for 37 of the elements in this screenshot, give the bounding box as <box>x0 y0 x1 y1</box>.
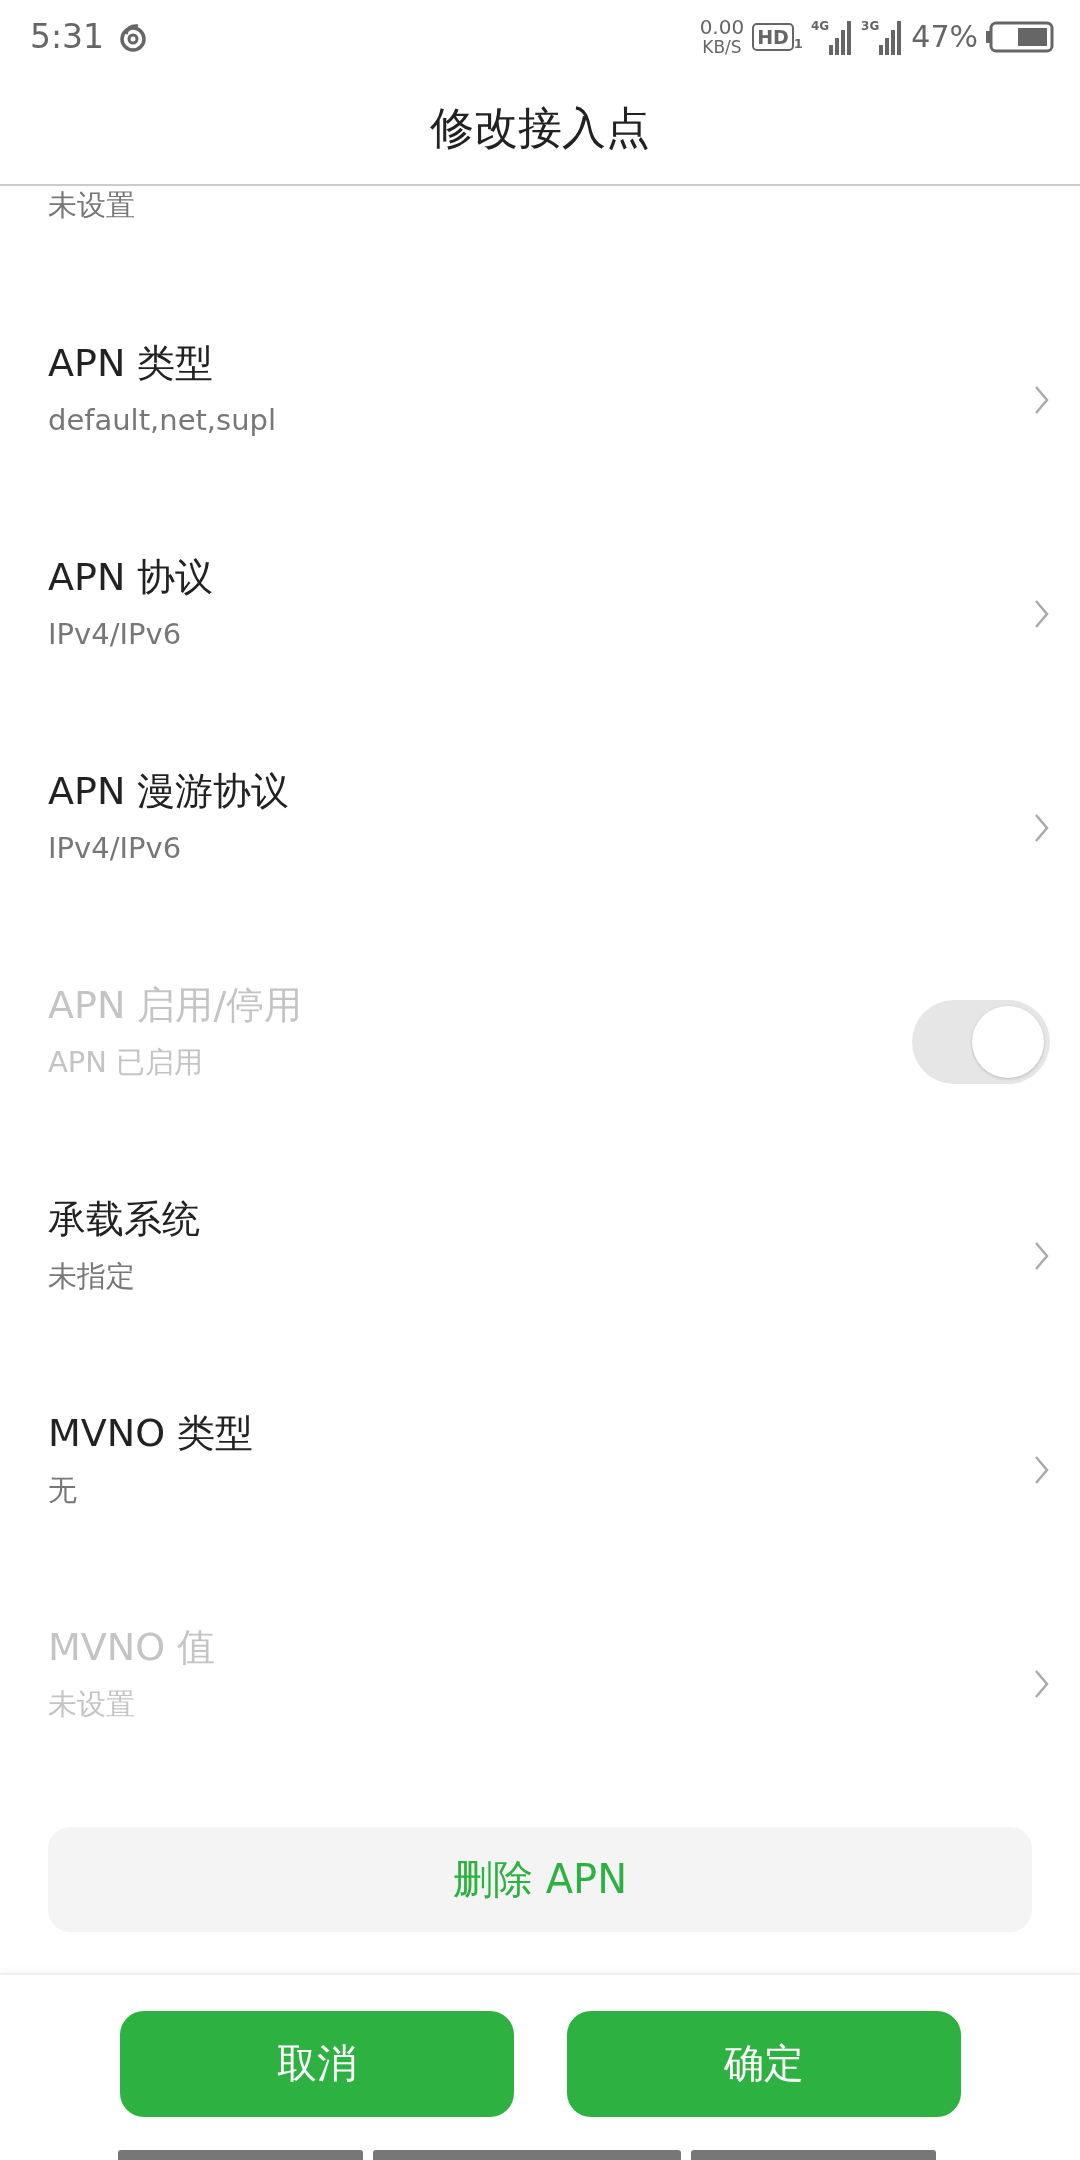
network-type: 4G <box>810 18 830 33</box>
time: 5:31 <box>30 17 105 57</box>
setting-value: default,net,supl <box>48 401 277 439</box>
hd-badge: HD <box>752 22 794 51</box>
chevron-icon <box>1034 812 1050 843</box>
setting-title[interactable]: APN 协议 <box>48 552 214 601</box>
setting-title[interactable]: 承载系统 <box>48 1194 200 1243</box>
setting-title: MVNO 值 <box>48 1623 216 1671</box>
navigation-bar-segment[interactable] <box>691 2150 936 2160</box>
network-type: 3G <box>861 18 880 33</box>
speed-value: 0.00 <box>699 16 745 37</box>
sim-number: 1 <box>793 35 803 51</box>
chevron-icon <box>1034 1668 1050 1699</box>
setting-title: APN 启用/停用 <box>48 981 303 1029</box>
signal-icon <box>879 18 904 55</box>
chevron-icon <box>1034 1240 1050 1271</box>
setting-value: APN 已启用 <box>48 1043 205 1081</box>
setting-title[interactable]: APN 漫游协议 <box>48 766 290 815</box>
navigation-bar-segment[interactable] <box>118 2150 363 2160</box>
setting-value: 未指定 <box>48 1257 136 1295</box>
chevron-icon <box>1034 1454 1050 1485</box>
setting-value: IPv4/IPv6 <box>48 615 183 653</box>
setting-title[interactable]: MVNO 类型 <box>48 1408 254 1457</box>
setting-value: IPv4/IPv6 <box>48 829 183 867</box>
spiral-icon <box>118 21 149 52</box>
battery-icon <box>986 20 1054 53</box>
chevron-icon <box>1034 384 1050 415</box>
setting-value: 未设置 <box>48 1685 136 1723</box>
navigation-bar-segment[interactable] <box>373 2150 681 2160</box>
screen-title: 修改接入点 <box>430 101 650 156</box>
setting-title[interactable]: APN 类型 <box>48 338 277 387</box>
speed-unit: KB/S <box>702 36 742 57</box>
signal-icon <box>829 18 854 55</box>
setting-value: 未设置 <box>48 186 135 224</box>
battery-percent: 47% <box>911 19 978 55</box>
chevron-icon <box>1034 598 1050 629</box>
setting-value: 无 <box>48 1471 78 1509</box>
